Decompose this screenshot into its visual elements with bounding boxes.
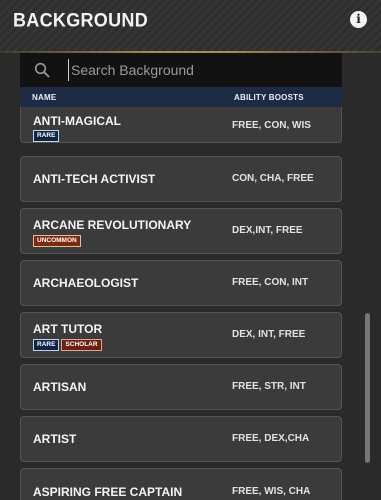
ability-boosts: DEX,INT, FREE [232, 225, 303, 236]
column-ability-boosts[interactable]: ABILITY BOOSTS [234, 93, 304, 102]
search-icon [34, 62, 50, 78]
column-name[interactable]: NAME [32, 93, 56, 102]
list-item[interactable]: ASPIRING FREE CAPTAIN FREE, WIS, CHA [20, 468, 342, 500]
background-name: ASPIRING FREE CAPTAIN [33, 485, 183, 499]
tag-rare: RARE [33, 130, 60, 142]
background-name: ARCANE REVOLUTIONARY [33, 218, 192, 232]
tag-group: UNCOMMON [33, 235, 81, 247]
panel-header: BACKGROUND i [0, 0, 381, 52]
background-name: ARTISAN [33, 380, 87, 394]
scrollbar-thumb[interactable] [365, 313, 370, 463]
list-item[interactable]: ARTISAN FREE, STR, INT [20, 364, 342, 410]
ability-boosts: FREE, CON, WIS [232, 120, 311, 131]
tag-uncommon: UNCOMMON [33, 235, 81, 247]
list-item[interactable]: ARTIST FREE, DEX,CHA [20, 416, 342, 462]
column-header: NAME ABILITY BOOSTS [20, 87, 342, 107]
list-item[interactable]: ANTI-MAGICAL RARE FREE, CON, WIS [20, 107, 342, 143]
search-bar [20, 53, 342, 87]
list-item[interactable]: ANTI-TECH ACTIVIST CON, CHA, FREE [20, 156, 342, 202]
list-item[interactable]: ARCANE REVOLUTIONARY UNCOMMON DEX,INT, F… [20, 208, 342, 254]
ability-boosts: DEX, INT, FREE [232, 329, 306, 340]
panel-title: BACKGROUND [13, 9, 148, 31]
search-input[interactable] [68, 59, 331, 81]
background-name: ARCHAEOLOGIST [33, 276, 139, 290]
tag-rare: RARE [33, 339, 60, 351]
list-item[interactable]: ARCHAEOLOGIST FREE, CON, INT [20, 260, 342, 306]
background-list: ANTI-MAGICAL RARE FREE, CON, WIS ANTI-TE… [20, 107, 342, 500]
info-icon[interactable]: i [350, 11, 367, 28]
background-name: ARTIST [33, 432, 77, 446]
background-name: ANTI-TECH ACTIVIST [33, 172, 156, 186]
ability-boosts: CON, CHA, FREE [232, 173, 314, 184]
list-item[interactable]: ART TUTOR RARE SCHOLAR DEX, INT, FREE [20, 312, 342, 358]
ability-boosts: FREE, DEX,CHA [232, 433, 310, 444]
ability-boosts: FREE, CON, INT [232, 277, 309, 288]
tag-scholar: SCHOLAR [61, 339, 102, 351]
background-name: ANTI-MAGICAL [33, 114, 121, 128]
ability-boosts: FREE, STR, INT [232, 381, 306, 392]
tag-group: RARE SCHOLAR [33, 339, 102, 351]
tag-group: RARE [33, 130, 60, 142]
ability-boosts: FREE, WIS, CHA [232, 486, 311, 497]
background-name: ART TUTOR [33, 322, 103, 336]
